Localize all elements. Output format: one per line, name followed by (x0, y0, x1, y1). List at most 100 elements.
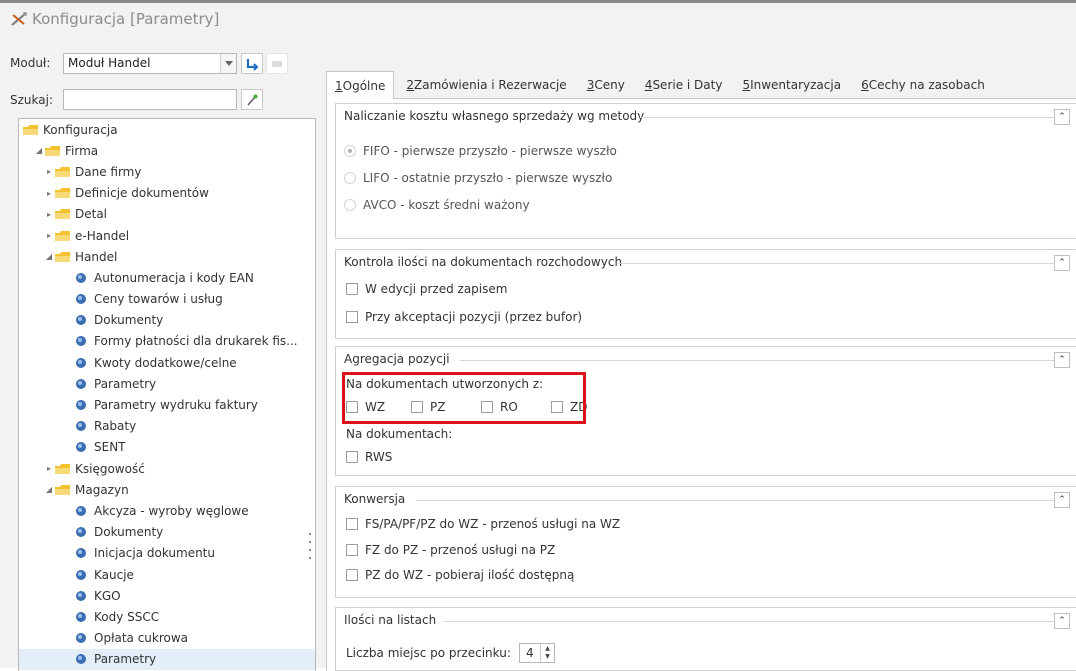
tab-general[interactable]: 1 Ogólne (326, 71, 395, 100)
tree-item-label: Definicje dokumentów (75, 186, 209, 201)
tree-item[interactable]: ▸ e-Handel (19, 225, 315, 246)
tree-item[interactable]: Kaucje (19, 564, 315, 585)
lists-group: Ilości na listach ⌃ Liczba miejsc po prz… (335, 607, 1076, 671)
tree-item-label: Magazyn (75, 482, 129, 497)
checkbox[interactable] (346, 451, 358, 463)
tab-prices[interactable]: 3 Ceny (579, 71, 633, 98)
tree-item[interactable]: Akcyza - wyroby węglowe (19, 500, 315, 521)
module-select[interactable]: Moduł Handel (63, 53, 237, 74)
decimal-places-stepper[interactable]: 4 ▲ ▼ (519, 643, 555, 663)
title-bar: Konfiguracja [Parametry] (10, 8, 219, 30)
radio-button[interactable] (344, 172, 356, 184)
tree-item-label: Rabaty (94, 419, 137, 434)
configuration-tree[interactable]: Konfiguracja ◢ Firma ▸ Dane firmy ▸ Definicje … (18, 118, 316, 671)
collapse-arrow-icon[interactable]: ◢ (33, 146, 45, 155)
tree-item[interactable]: Parametry wydruku faktury (19, 394, 315, 415)
radio-button[interactable] (344, 199, 356, 211)
tree-item[interactable]: Dokumenty (19, 522, 315, 543)
tab-series-dates[interactable]: 4 Serie i Daty (637, 71, 731, 98)
tree-item[interactable]: Formy płatności dla drukarek fis... (19, 331, 315, 352)
collapse-icon[interactable]: ⌃ (1054, 109, 1070, 125)
collapse-icon[interactable]: ⌃ (1054, 613, 1070, 629)
checkbox-before-save[interactable]: W edycji przed zapisem (346, 282, 507, 296)
tree-item[interactable]: Inicjacja dokumentu (19, 543, 315, 564)
tree-item-label: Kaucje (94, 567, 134, 582)
search-input[interactable] (63, 89, 237, 110)
radio-avco[interactable]: AVCO - koszt średni ważony (344, 198, 530, 212)
search-button[interactable] (241, 89, 263, 110)
tree-item[interactable]: ◢ Magazyn (19, 479, 315, 500)
stepper-arrows-icon[interactable]: ▲ ▼ (540, 644, 554, 662)
expand-arrow-icon[interactable]: ▸ (43, 210, 55, 219)
tree-item[interactable]: Parametry (19, 648, 315, 670)
tab-inventory[interactable]: 5 Inwentaryzacja (734, 71, 849, 98)
tree-item[interactable]: Opłata cukrowa (19, 628, 315, 649)
group-title: Konwersja (344, 492, 406, 506)
tree-item[interactable]: ▸ Księgowość (19, 458, 315, 479)
tree-item-label: Opłata cukrowa (94, 631, 189, 646)
tree-item[interactable]: SENT (19, 437, 315, 458)
collapse-icon[interactable]: ⌃ (1054, 255, 1070, 271)
settings-icon (76, 654, 86, 665)
radio-button[interactable] (344, 145, 356, 157)
checkbox[interactable] (346, 518, 358, 530)
tree-item[interactable]: Dokumenty (19, 310, 315, 331)
checkbox-conversion-1[interactable]: FS/PA/PF/PZ do WZ - przenoś usługi na WZ (346, 517, 620, 531)
tree-item[interactable]: KGO (19, 585, 315, 606)
settings-icon (76, 294, 86, 305)
checkbox-conversion-2[interactable]: FZ do PZ - przenoś usługi na PZ (346, 543, 555, 557)
highlight-box (342, 372, 586, 424)
settings-icon (76, 421, 86, 432)
tree-item[interactable]: ◢ Handel (19, 246, 315, 267)
tree-item[interactable]: Konfiguracja (19, 119, 315, 140)
radio-lifo[interactable]: LIFO - ostatnie przyszło - pierwsze wysz… (344, 171, 612, 185)
folder-icon (55, 188, 70, 199)
checkbox[interactable] (346, 311, 358, 323)
tree-item[interactable]: Rabaty (19, 416, 315, 437)
tree-item-label: e-Handel (75, 228, 130, 243)
checkbox-rws[interactable]: RWS (346, 450, 392, 464)
collapse-icon[interactable]: ⌃ (1054, 352, 1070, 368)
chevron-down-icon[interactable] (220, 54, 236, 73)
tree-item-label: SENT (94, 440, 126, 455)
tree-item-label: Kody SSCC (94, 609, 160, 624)
expand-arrow-icon[interactable]: ▸ (43, 231, 55, 240)
tree-item[interactable]: ▸ Dane firmy (19, 161, 315, 182)
tree-item-label: Dokumenty (94, 525, 164, 540)
checkbox-on-accept[interactable]: Przy akceptacji pozycji (przez bufor) (346, 310, 582, 324)
settings-icon (76, 272, 86, 283)
expand-arrow-icon[interactable]: ▸ (43, 189, 55, 198)
group-title: Naliczanie kosztu własnego sprzedaży wg … (344, 109, 645, 123)
tree-item[interactable]: ▸ Detal (19, 204, 315, 225)
refresh-button[interactable] (241, 53, 263, 74)
tab-resource-features[interactable]: 6 Cechy na zasobach (853, 71, 993, 98)
tree-item[interactable]: Kody SSCC (19, 606, 315, 627)
tree-item[interactable]: ▸ Definicje dokumentów (19, 183, 315, 204)
checkbox[interactable] (346, 283, 358, 295)
tree-item[interactable]: ◢ Firma (19, 140, 315, 161)
collapse-arrow-icon[interactable]: ◢ (43, 485, 55, 494)
settings-icon (76, 569, 86, 580)
checkbox[interactable] (346, 544, 358, 556)
tree-item[interactable]: Parametry (19, 373, 315, 394)
expand-arrow-icon[interactable]: ▸ (43, 464, 55, 473)
tree-item-label: KGO (94, 588, 121, 603)
settings-icon (76, 442, 86, 453)
tree-item[interactable]: Autonumeracja i kody EAN (19, 267, 315, 288)
tree-item-label: Dokumenty (94, 313, 164, 328)
tree-item[interactable]: Ceny towarów i usług (19, 289, 315, 310)
tab-orders[interactable]: 2 Zamówienia i Rezerwacje (398, 71, 574, 98)
tree-item-label: Parametry wydruku faktury (94, 398, 258, 413)
clear-button[interactable] (266, 53, 288, 74)
folder-icon (55, 166, 70, 177)
radio-fifo[interactable]: FIFO - pierwsze przyszło - pierwsze wysz… (344, 144, 617, 158)
expand-arrow-icon[interactable]: ▸ (43, 167, 55, 176)
collapse-arrow-icon[interactable]: ◢ (43, 252, 55, 261)
tree-item[interactable]: Kwoty dodatkowe/celne (19, 352, 315, 373)
checkbox-conversion-3[interactable]: PZ do WZ - pobieraj ilość dostępną (346, 568, 574, 582)
splitter-handle[interactable] (308, 533, 312, 559)
window-title: Konfiguracja [Parametry] (32, 10, 220, 28)
settings-icon (76, 505, 86, 516)
checkbox[interactable] (346, 569, 358, 581)
collapse-icon[interactable]: ⌃ (1054, 492, 1070, 508)
